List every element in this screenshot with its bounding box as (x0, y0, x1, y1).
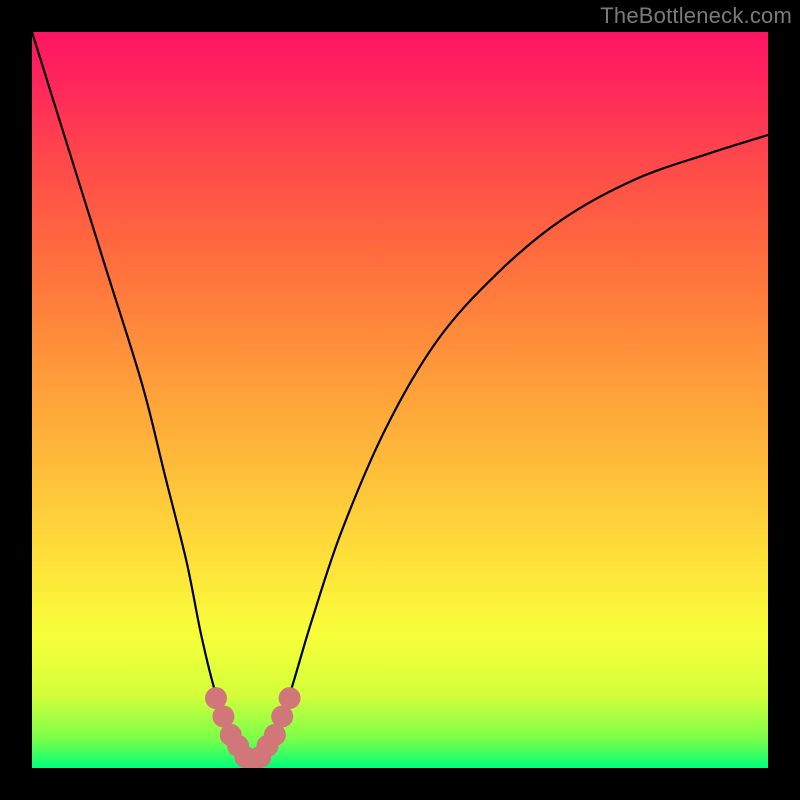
bottleneck-curve-line (32, 32, 768, 761)
watermark-text: TheBottleneck.com (600, 3, 792, 29)
highlight-marker (279, 687, 301, 709)
plot-area (32, 32, 768, 768)
chart-svg (32, 32, 768, 768)
chart-frame: TheBottleneck.com (0, 0, 800, 800)
highlight-markers (205, 687, 301, 768)
